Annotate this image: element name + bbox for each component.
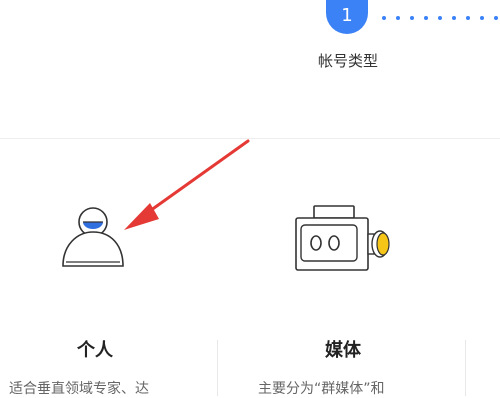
annotation-arrow-icon — [124, 139, 250, 230]
